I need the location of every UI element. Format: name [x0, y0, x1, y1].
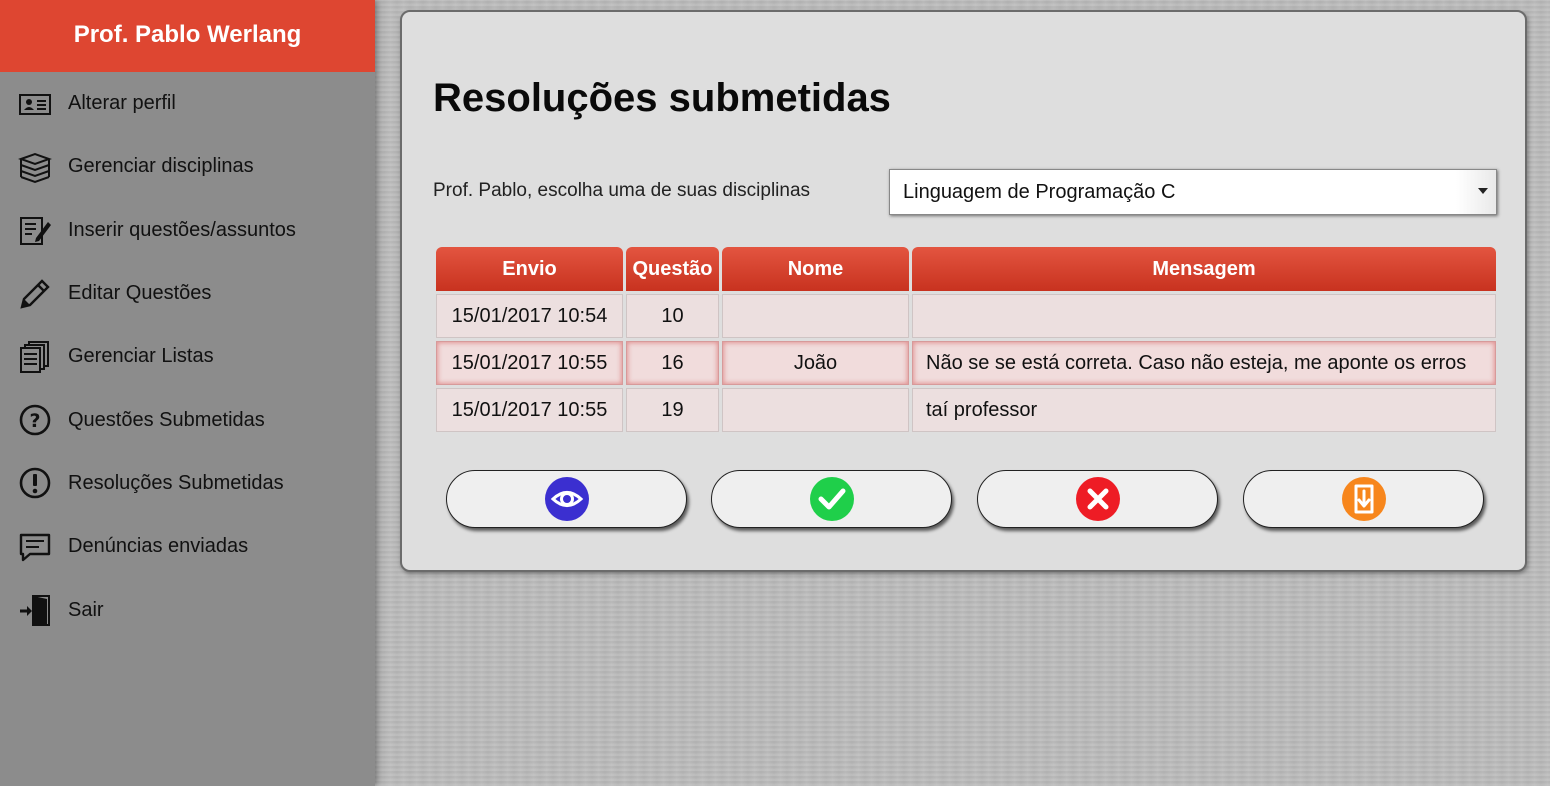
sidebar-item-label: Gerenciar Listas: [68, 345, 214, 368]
pencil-icon: [18, 277, 52, 311]
column-header-nome[interactable]: Nome: [722, 247, 909, 291]
exclamation-circle-icon: [18, 466, 52, 500]
sidebar-item-resolucoes-submetidas[interactable]: Resoluções Submetidas: [0, 452, 375, 515]
action-buttons: [446, 470, 1486, 528]
check-icon: [809, 477, 854, 521]
sidebar-item-label: Questões Submetidas: [68, 408, 265, 431]
sidebar-item-label: Gerenciar disciplinas: [68, 155, 254, 178]
exit-door-icon: [18, 593, 52, 627]
table-row[interactable]: 15/01/2017 10:55 16 João Não se se está …: [436, 341, 1496, 385]
sidebar-item-sair[interactable]: Sair: [0, 578, 375, 641]
main-panel: Resoluções submetidas Prof. Pablo, escol…: [400, 10, 1527, 572]
sidebar-item-editar-questoes[interactable]: Editar Questões: [0, 262, 375, 325]
svg-text:?: ?: [29, 410, 40, 432]
books-stack-icon: [18, 150, 52, 184]
sidebar-item-label: Alterar perfil: [68, 92, 176, 115]
id-card-icon: [18, 87, 52, 121]
sidebar-item-gerenciar-disciplinas[interactable]: Gerenciar disciplinas: [0, 135, 375, 198]
question-circle-icon: ?: [18, 403, 52, 437]
user-name-header: Prof. Pablo Werlang: [0, 0, 375, 72]
sidebar-item-label: Sair: [68, 598, 104, 621]
cell-questao: 16: [626, 341, 719, 385]
edit-document-icon: [18, 213, 52, 247]
view-button[interactable]: [446, 470, 687, 528]
sidebar-item-label: Denúncias enviadas: [68, 535, 249, 558]
message-bubble-icon: [18, 530, 52, 564]
dropdown-arrow-icon: [1478, 188, 1488, 194]
discipline-label: Prof. Pablo, escolha uma de suas discipl…: [433, 180, 811, 201]
page-title: Resoluções submetidas: [433, 76, 891, 120]
cell-questao: 10: [626, 294, 719, 338]
download-button[interactable]: [1243, 470, 1484, 528]
cell-mensagem: [912, 294, 1496, 338]
cell-mensagem: Não se se está correta. Caso não esteja,…: [912, 341, 1496, 385]
discipline-select[interactable]: Linguagem de Programação C: [889, 169, 1497, 215]
eye-icon: [544, 477, 589, 521]
download-document-icon: [1341, 477, 1386, 521]
resolutions-table: Envio Questão Nome Mensagem 15/01/2017 1…: [433, 244, 1499, 435]
selected-discipline: Linguagem de Programação C: [903, 180, 1176, 203]
approve-button[interactable]: [711, 470, 952, 528]
column-header-questao[interactable]: Questão: [626, 247, 719, 291]
sidebar-item-label: Resoluções Submetidas: [68, 471, 284, 494]
cell-nome: [722, 388, 909, 432]
table-row[interactable]: 15/01/2017 10:54 10: [436, 294, 1496, 338]
sidebar-item-alterar-perfil[interactable]: Alterar perfil: [0, 72, 375, 135]
column-header-envio[interactable]: Envio: [436, 247, 623, 291]
reject-button[interactable]: [977, 470, 1218, 528]
sidebar-item-gerenciar-listas[interactable]: Gerenciar Listas: [0, 325, 375, 388]
sidebar-item-questoes-submetidas[interactable]: ? Questões Submetidas: [0, 388, 375, 451]
table-row[interactable]: 15/01/2017 10:55 19 taí professor: [436, 388, 1496, 432]
cell-nome: [722, 294, 909, 338]
close-icon: [1075, 477, 1120, 521]
cell-envio: 15/01/2017 10:55: [436, 341, 623, 385]
cell-mensagem: taí professor: [912, 388, 1496, 432]
sidebar-item-inserir-questoes[interactable]: Inserir questões/assuntos: [0, 199, 375, 262]
sidebar: Prof. Pablo Werlang Alterar perfil Geren…: [0, 0, 375, 786]
documents-stack-icon: [18, 340, 52, 374]
cell-envio: 15/01/2017 10:54: [436, 294, 623, 338]
cell-questao: 19: [626, 388, 719, 432]
sidebar-item-label: Inserir questões/assuntos: [68, 218, 296, 241]
sidebar-item-label: Editar Questões: [68, 282, 212, 305]
column-header-mensagem[interactable]: Mensagem: [912, 247, 1496, 291]
cell-envio: 15/01/2017 10:55: [436, 388, 623, 432]
cell-nome: João: [722, 341, 909, 385]
sidebar-item-denuncias-enviadas[interactable]: Denúncias enviadas: [0, 515, 375, 578]
